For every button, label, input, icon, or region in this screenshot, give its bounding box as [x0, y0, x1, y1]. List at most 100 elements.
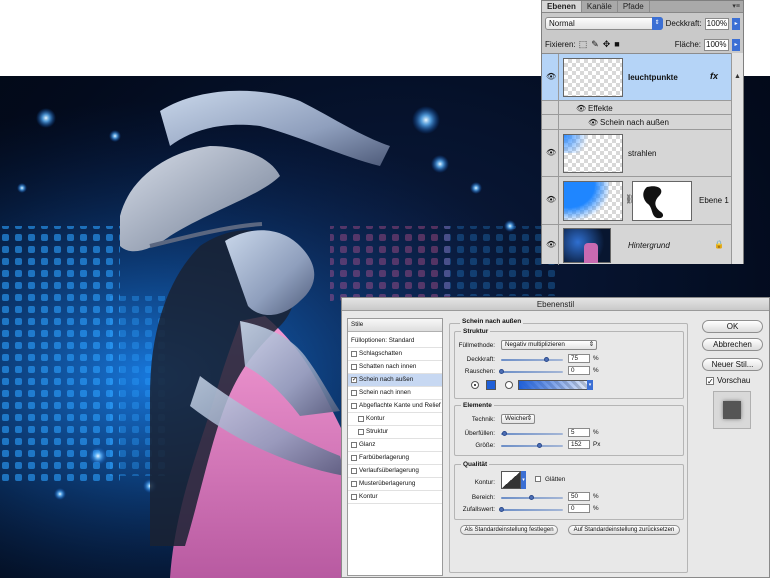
range-field[interactable]: 50 — [568, 492, 590, 501]
lock-paint-icon[interactable]: ✎ — [591, 39, 599, 50]
layer-name: strahlen — [628, 149, 657, 158]
gradient-radio-icon[interactable] — [505, 381, 513, 389]
visibility-eye-icon[interactable]: 👁 — [546, 72, 556, 81]
opacity-slider-knob[interactable] — [544, 357, 549, 362]
lock-transparency-icon[interactable]: ⬚ — [579, 39, 588, 50]
opacity-dropdown-icon[interactable]: ▸ — [732, 17, 740, 30]
fill-label: Fläche: — [674, 40, 701, 49]
checkbox-icon[interactable] — [351, 403, 357, 409]
contour-preview[interactable] — [501, 471, 521, 489]
opacity-slider[interactable] — [501, 359, 563, 361]
antialias-checkbox-icon[interactable] — [535, 476, 541, 482]
jitter-slider[interactable] — [501, 509, 563, 511]
checkbox-icon[interactable] — [351, 468, 357, 474]
layer-effects-row[interactable]: 👁 Effekte — [542, 101, 731, 115]
opacity-field[interactable]: 75 — [568, 354, 590, 363]
layer-list: 👁 leuchtpunkte fx 👁 Effekte 👁 Schein nac… — [542, 53, 743, 265]
size-field[interactable]: 152 — [568, 440, 590, 449]
scroll-up-icon[interactable]: ▲ — [734, 73, 741, 80]
jitter-slider-knob[interactable] — [499, 507, 504, 512]
styles-header[interactable]: Stile — [348, 319, 442, 332]
effects-label: Effekte — [588, 104, 613, 113]
checkbox-icon[interactable] — [358, 429, 364, 435]
style-blending-options[interactable]: Fülloptionen: Standard — [348, 335, 442, 348]
new-style-button[interactable]: Neuer Stil... — [702, 358, 763, 371]
style-bevel-contour[interactable]: Kontur — [348, 413, 442, 426]
layer-effect-outer-glow[interactable]: 👁 Schein nach außen — [542, 115, 731, 130]
checkbox-icon[interactable] — [351, 455, 357, 461]
preview-checkbox-icon[interactable]: ✓ — [706, 377, 714, 386]
style-outer-glow[interactable]: ✓ Schein nach außen — [348, 374, 442, 387]
glow-color-swatch[interactable] — [486, 380, 496, 390]
layers-scrollbar[interactable]: ▲ — [731, 53, 743, 264]
checkbox-icon[interactable] — [351, 481, 357, 487]
layer-hintergrund[interactable]: 👁 Hintergrund 🔒 — [542, 225, 731, 265]
noise-slider[interactable] — [501, 371, 563, 373]
checkbox-icon[interactable] — [351, 390, 357, 396]
elements-title: Elemente — [461, 402, 494, 409]
style-inner-shadow[interactable]: Schatten nach innen — [348, 361, 442, 374]
size-slider[interactable] — [501, 445, 563, 447]
blend-mode-dropdown[interactable]: Negativ multiplizieren ⇕ — [501, 340, 597, 350]
visibility-eye-icon[interactable]: 👁 — [546, 195, 556, 204]
cancel-button[interactable]: Abbrechen — [702, 338, 763, 351]
outer-glow-eye-icon[interactable]: 👁 — [588, 118, 598, 127]
style-bevel-emboss[interactable]: Abgeflachte Kante und Relief — [348, 400, 442, 413]
style-texture[interactable]: Struktur — [348, 426, 442, 439]
style-satin[interactable]: Glanz — [348, 439, 442, 452]
style-gradient-overlay[interactable]: Verlaufsüberlagerung — [348, 465, 442, 478]
ok-button[interactable]: OK — [702, 320, 763, 333]
checkbox-icon[interactable] — [358, 416, 364, 422]
tab-pfade[interactable]: Pfade — [618, 1, 650, 12]
fill-dropdown-icon[interactable]: ▸ — [732, 38, 740, 51]
gradient-dropdown-icon[interactable]: ▾ — [587, 380, 593, 390]
contour-dropdown-icon[interactable]: ▾ — [521, 471, 526, 489]
spread-field[interactable]: 5 — [568, 428, 590, 437]
reset-default-button[interactable]: Auf Standardeinstellung zurücksetzen — [568, 525, 680, 535]
elements-group: Elemente Technik: Weicher ⇕ Überfüllen: … — [454, 402, 684, 456]
blend-mode-select[interactable]: Normal ⇕ — [545, 17, 663, 30]
style-inner-glow[interactable]: Schein nach innen — [348, 387, 442, 400]
style-label: Fülloptionen: Standard — [351, 337, 415, 344]
panel-menu-icon[interactable]: ▾≡ — [732, 1, 743, 12]
opacity-input[interactable]: 100% — [704, 17, 730, 30]
tab-ebenen[interactable]: Ebenen — [542, 1, 582, 12]
effects-eye-icon[interactable]: 👁 — [576, 104, 586, 113]
style-drop-shadow[interactable]: Schlagschatten — [348, 348, 442, 361]
technique-dropdown[interactable]: Weicher ⇕ — [501, 414, 535, 424]
checkbox-icon[interactable] — [351, 351, 357, 357]
jitter-field[interactable]: 0 — [568, 504, 590, 513]
layer-ebene-1[interactable]: 👁 ⛓ Ebene 1 — [542, 177, 731, 225]
noise-slider-knob[interactable] — [499, 369, 504, 374]
opacity-label: Deckkraft: — [466, 356, 495, 363]
section-title: Schein nach außen — [460, 318, 524, 325]
checkbox-icon[interactable] — [351, 442, 357, 448]
checked-checkbox-icon[interactable]: ✓ — [351, 377, 357, 383]
style-stroke[interactable]: Kontur — [348, 491, 442, 504]
noise-field[interactable]: 0 — [568, 366, 590, 375]
style-label: Schlagschatten — [359, 350, 403, 357]
lock-move-icon[interactable]: ✥ — [603, 39, 611, 50]
gradient-picker[interactable] — [518, 380, 588, 390]
color-radio-selected-icon[interactable] — [471, 381, 479, 389]
visibility-eye-icon[interactable]: 👁 — [546, 240, 556, 249]
spread-slider-knob[interactable] — [502, 431, 507, 436]
layer-strahlen[interactable]: 👁 strahlen — [542, 130, 731, 177]
structure-group: Struktur Füllmethode: Negativ multiplizi… — [454, 328, 684, 399]
checkbox-icon[interactable] — [351, 364, 357, 370]
style-pattern-overlay[interactable]: Musterüberlagerung — [348, 478, 442, 491]
layer-mask-thumbnail[interactable] — [632, 181, 692, 221]
lock-all-icon[interactable]: ■ — [614, 39, 619, 50]
spread-slider[interactable] — [501, 433, 563, 435]
visibility-eye-icon[interactable]: 👁 — [546, 148, 556, 157]
checkbox-icon[interactable] — [351, 494, 357, 500]
style-color-overlay[interactable]: Farbüberlagerung — [348, 452, 442, 465]
tab-kanaele[interactable]: Kanäle — [582, 1, 618, 12]
blend-row: Normal ⇕ Deckkraft: 100% ▸ — [542, 15, 743, 32]
fill-input[interactable]: 100% — [704, 38, 729, 51]
size-slider-knob[interactable] — [537, 443, 542, 448]
layer-leuchtpunkte[interactable]: 👁 leuchtpunkte fx — [542, 54, 731, 101]
set-default-button[interactable]: Als Standardeinstellung festlegen — [460, 525, 558, 535]
style-label: Glanz — [359, 441, 376, 448]
range-slider-knob[interactable] — [529, 495, 534, 500]
